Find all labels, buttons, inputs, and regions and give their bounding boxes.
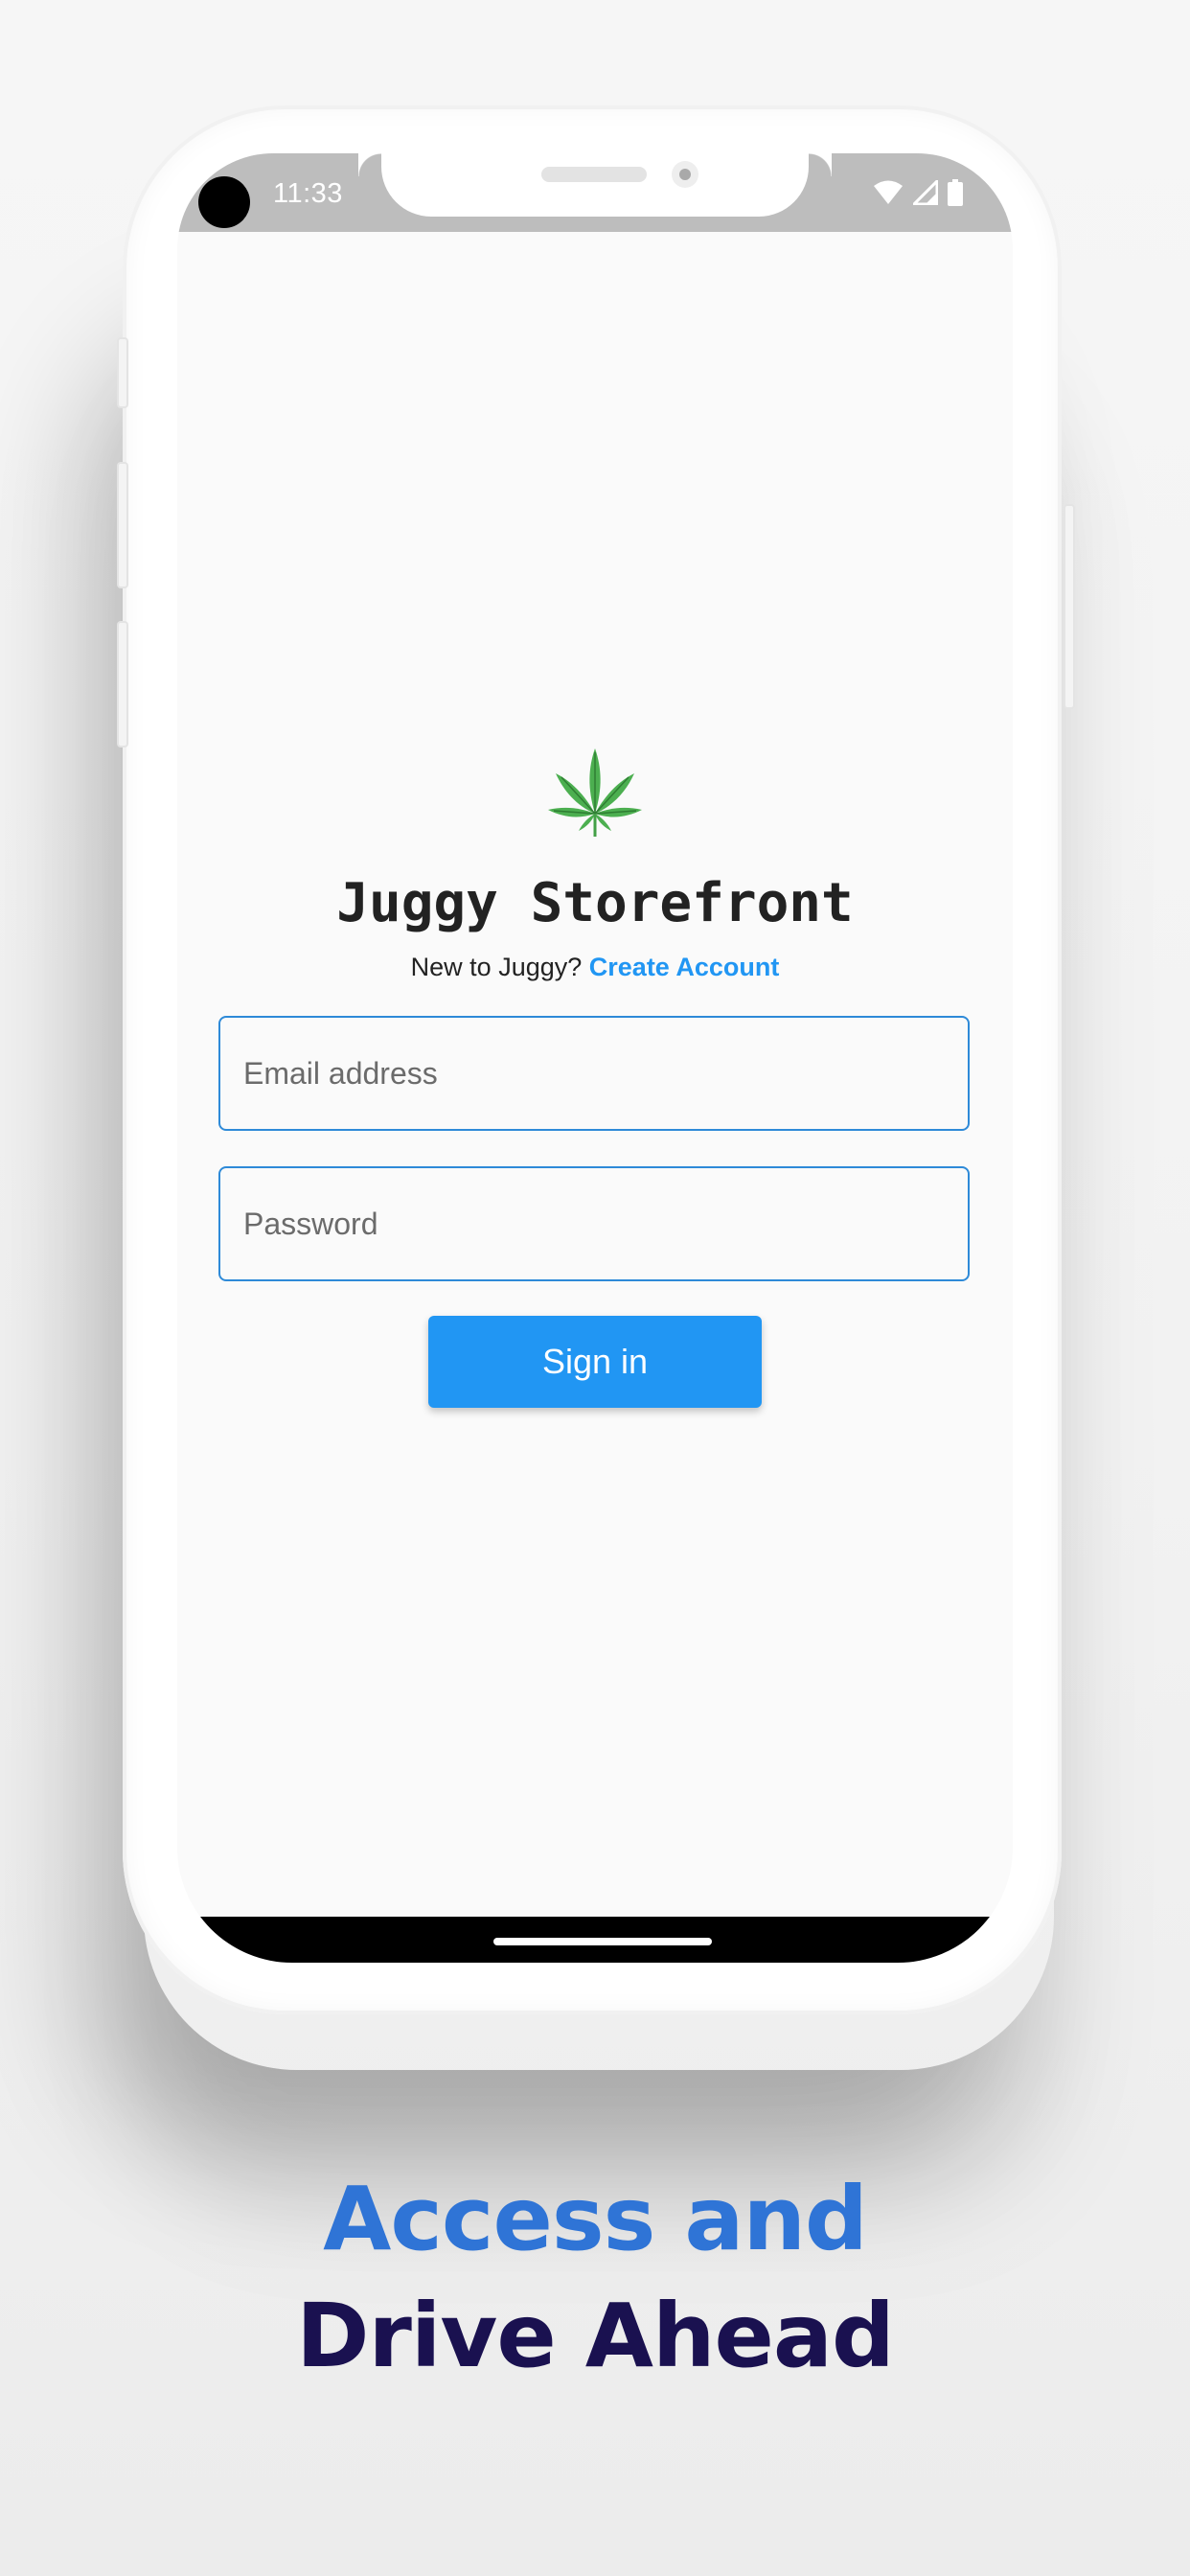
phone-volume-down-button xyxy=(117,621,128,748)
wifi-icon xyxy=(874,180,903,204)
home-indicator[interactable] xyxy=(493,1938,712,1945)
signup-prompt: New to Juggy? xyxy=(410,953,583,981)
phone-side-button xyxy=(117,337,128,408)
email-field-container xyxy=(218,1016,970,1131)
phone-volume-up-button xyxy=(117,462,128,588)
front-camera-icon xyxy=(672,161,698,188)
status-icons xyxy=(873,178,963,207)
tagline-line-2: Drive Ahead xyxy=(296,2285,895,2387)
create-account-link[interactable]: Create Account xyxy=(589,953,780,981)
phone-screen: 11:33 Juggy Storefront New to Juggy? Cre… xyxy=(177,153,1013,1963)
password-field[interactable] xyxy=(220,1168,968,1279)
signal-icon xyxy=(913,180,938,205)
battery-icon xyxy=(948,179,963,206)
navigation-bar xyxy=(185,1917,1005,1963)
email-field[interactable] xyxy=(220,1018,968,1129)
tagline-line-1: Access and xyxy=(323,2168,868,2270)
phone-power-button xyxy=(1064,504,1075,709)
notch xyxy=(381,153,832,217)
status-time: 11:33 xyxy=(273,178,343,209)
camera-cutout-icon xyxy=(198,176,250,228)
app-title: Juggy Storefront xyxy=(336,872,854,934)
sign-in-button[interactable]: Sign in xyxy=(428,1316,762,1408)
speaker-grille xyxy=(541,167,647,182)
cannabis-leaf-icon xyxy=(548,748,642,837)
signup-prompt-row: New to Juggy? Create Account xyxy=(177,953,1013,982)
password-field-container xyxy=(218,1166,970,1281)
